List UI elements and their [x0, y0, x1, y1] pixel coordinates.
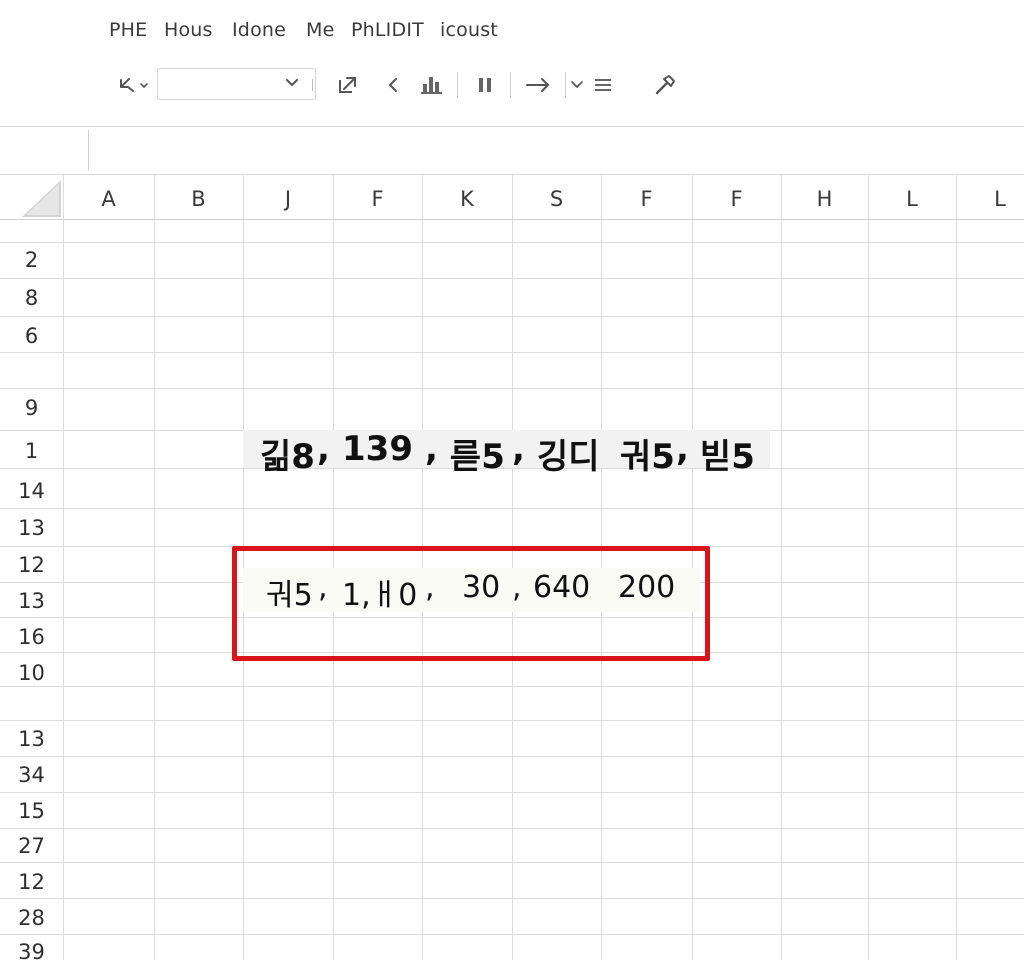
row-header[interactable]: 39: [0, 940, 63, 964]
cell-row1-f[interactable]: 139: [342, 429, 413, 469]
menu-item-me[interactable]: Me: [306, 19, 334, 41]
column-header-b[interactable]: B: [154, 187, 243, 211]
menu-item-idone[interactable]: Idone: [232, 19, 286, 41]
row-header[interactable]: 16: [0, 625, 63, 649]
back-arrow-dropdown-icon[interactable]: [113, 68, 153, 102]
row-header[interactable]: 12: [0, 870, 63, 894]
external-link-icon[interactable]: [333, 68, 363, 102]
menu-item-hous[interactable]: Hous: [164, 19, 213, 41]
grid-row-line: [0, 316, 1024, 317]
row-header[interactable]: 15: [0, 799, 63, 823]
grid-column-line: [781, 174, 782, 960]
grid-row-line: [0, 756, 1024, 757]
grid-column-line: [868, 174, 869, 960]
chevron-left-icon[interactable]: [380, 68, 406, 102]
toolbar-separator: [565, 72, 566, 98]
column-header-k[interactable]: K: [422, 187, 512, 211]
row-header[interactable]: 8: [0, 286, 63, 310]
formula-input[interactable]: [96, 132, 1016, 168]
row-header[interactable]: 9: [0, 396, 63, 420]
formula-bar-divider: [88, 130, 89, 170]
cell-row1-j[interactable]: 긺8: [260, 429, 315, 478]
font-combo-dropdown[interactable]: [157, 68, 316, 100]
cell-separator: ,: [425, 429, 438, 469]
menu-item-icoust[interactable]: icoust: [440, 19, 498, 41]
row-header[interactable]: 6: [0, 324, 63, 348]
row-header[interactable]: 14: [0, 479, 63, 503]
toolbar: [0, 60, 1024, 122]
cell-row1-k[interactable]: 륻5: [450, 429, 505, 478]
grid-row-line: [0, 278, 1024, 279]
column-header-h[interactable]: H: [781, 187, 868, 211]
arrow-right-icon[interactable]: [522, 68, 554, 102]
column-header-l[interactable]: L: [868, 187, 956, 211]
grid-row-line: [0, 720, 1024, 721]
cell-separator: ,: [317, 429, 330, 469]
grid-row-line: [0, 934, 1024, 935]
row-header[interactable]: 2: [0, 248, 63, 272]
pause-icon[interactable]: [472, 68, 498, 102]
grid-row-line: [0, 352, 1024, 353]
chevron-down-icon[interactable]: [569, 68, 585, 102]
toolbar-separator: [457, 72, 458, 98]
menu-item-phlidit[interactable]: PhLIDIT: [351, 19, 424, 41]
column-header-l-2[interactable]: L: [956, 187, 1024, 211]
toolbar-separator: [510, 72, 511, 98]
menu-lines-icon[interactable]: [590, 68, 616, 102]
row-header[interactable]: 1: [0, 439, 63, 463]
row-header[interactable]: 28: [0, 906, 63, 930]
menu-bar: PHE Hous Idone Me PhLIDIT icoust: [0, 0, 1024, 60]
column-header-f[interactable]: F: [333, 187, 422, 211]
column-header-f-2[interactable]: F: [601, 187, 692, 211]
cell-row1-s[interactable]: 깅디: [537, 429, 600, 478]
column-header-a[interactable]: A: [63, 187, 154, 211]
cell-separator: ,: [512, 429, 525, 469]
chevron-down-icon: [286, 79, 298, 87]
grid-column-line: [63, 174, 64, 960]
grid-row-line: [0, 898, 1024, 899]
grid-row-line: [0, 828, 1024, 829]
red-highlight-box: [232, 546, 710, 661]
column-header-j[interactable]: J: [243, 187, 333, 211]
column-header-f-3[interactable]: F: [692, 187, 781, 211]
row-header[interactable]: 13: [0, 589, 63, 613]
hammer-icon[interactable]: [650, 68, 680, 102]
row-header[interactable]: 12: [0, 553, 63, 577]
row-header[interactable]: 34: [0, 763, 63, 787]
row-header[interactable]: 13: [0, 516, 63, 540]
grid-row-line: [0, 508, 1024, 509]
cell-row1-f3[interactable]: 빋5: [700, 429, 755, 478]
cell-separator: ,: [676, 429, 689, 469]
grid-row-line: [0, 792, 1024, 793]
combo-divider: [312, 79, 313, 91]
row-header[interactable]: 13: [0, 727, 63, 751]
cell-row1-f2[interactable]: 궈5: [620, 429, 675, 478]
grid-row-line: [0, 388, 1024, 389]
row-header[interactable]: 10: [0, 661, 63, 685]
grid-row-line: [0, 242, 1024, 243]
row-header[interactable]: 27: [0, 834, 63, 858]
grid-column-line: [154, 174, 155, 960]
column-header-s[interactable]: S: [512, 187, 601, 211]
grid-row-line: [0, 862, 1024, 863]
menu-item-phe[interactable]: PHE: [109, 19, 147, 41]
select-all-corner[interactable]: [0, 174, 63, 220]
bar-chart-icon[interactable]: [418, 68, 446, 102]
grid-column-line: [956, 174, 957, 960]
grid-row-line: [0, 686, 1024, 687]
